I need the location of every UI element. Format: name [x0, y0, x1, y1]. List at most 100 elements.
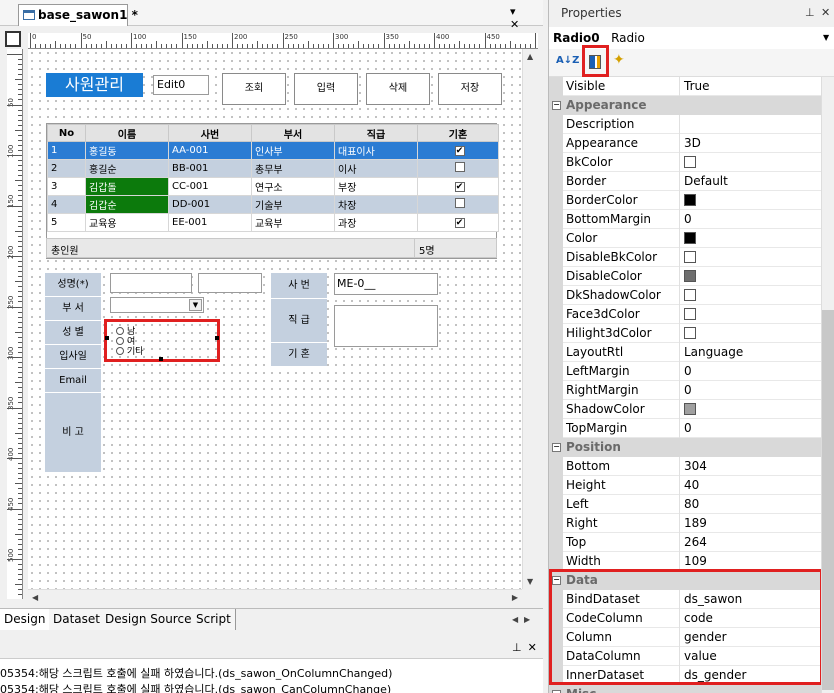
- property-value[interactable]: 0: [679, 381, 821, 400]
- cell-dept[interactable]: 기술부: [251, 195, 335, 214]
- cell-id[interactable]: AA-001: [168, 141, 252, 160]
- property-pages-icon[interactable]: ✦: [613, 52, 625, 68]
- scroll-up-icon[interactable]: ▲: [527, 52, 533, 61]
- property-value[interactable]: [679, 248, 821, 267]
- property-value[interactable]: [679, 115, 821, 134]
- cell-married[interactable]: [417, 159, 499, 178]
- grid-header-married[interactable]: 기혼: [417, 124, 499, 142]
- property-row[interactable]: Border Default: [549, 172, 821, 191]
- cell-rank[interactable]: 차장: [334, 195, 418, 214]
- property-value[interactable]: [679, 286, 821, 305]
- emp-no-input[interactable]: ME-0__: [334, 273, 438, 295]
- cell-name[interactable]: 교육용: [85, 213, 169, 232]
- category-misc[interactable]: −Misc: [549, 685, 821, 693]
- cell-rank[interactable]: 대표이사: [334, 141, 418, 160]
- color-swatch[interactable]: [684, 194, 696, 206]
- document-tab[interactable]: base_sawon1 *: [18, 4, 138, 26]
- property-value[interactable]: 264: [679, 533, 821, 552]
- cell-rank[interactable]: 이사: [334, 159, 418, 178]
- table-row[interactable]: 4 김갑순 DD-001 기술부 차장: [47, 195, 499, 214]
- property-row[interactable]: Bottom 304: [549, 457, 821, 476]
- name-extra-input[interactable]: [198, 273, 262, 293]
- color-swatch[interactable]: [684, 289, 696, 301]
- married-checkbox[interactable]: ✔: [454, 146, 465, 156]
- cell-dept[interactable]: 인사부: [251, 141, 335, 160]
- tab-design-source[interactable]: Design Source: [101, 609, 197, 630]
- property-row[interactable]: Appearance 3D: [549, 134, 821, 153]
- property-value[interactable]: [679, 191, 821, 210]
- collapse-icon[interactable]: −: [552, 101, 561, 110]
- design-canvas[interactable]: 사원관리 Edit0 조회 입력 삭제 저장 No 이름 사번 부서 직급 기혼: [28, 49, 522, 589]
- property-value[interactable]: Default: [679, 172, 821, 191]
- tab-design[interactable]: Design: [0, 609, 51, 630]
- cell-married[interactable]: ✔: [417, 177, 499, 196]
- table-row[interactable]: 5 교육용 EE-001 교육부 과장 ✔: [47, 213, 499, 232]
- tab-scroll-right-icon[interactable]: ▶: [524, 615, 530, 624]
- chevron-down-icon[interactable]: ▼: [823, 33, 829, 42]
- canvas-horizontal-scrollbar[interactable]: ◀ ▶: [28, 589, 522, 605]
- output-pin-close-icon[interactable]: ⊥✕: [512, 641, 543, 654]
- property-row[interactable]: Hilight3dColor: [549, 324, 821, 343]
- category-appearance[interactable]: − Appearance: [549, 96, 821, 115]
- cell-name[interactable]: 김갑돌: [85, 177, 169, 196]
- collapse-icon[interactable]: −: [552, 443, 561, 452]
- property-value[interactable]: [679, 153, 821, 172]
- married-checkbox[interactable]: ✔: [454, 182, 465, 192]
- property-row[interactable]: LayoutRtl Language: [549, 343, 821, 362]
- resize-handle[interactable]: [105, 336, 109, 340]
- property-row[interactable]: RightMargin 0: [549, 381, 821, 400]
- close-icon[interactable]: ✕: [821, 6, 830, 19]
- gender-radio-highlight[interactable]: 남 여 기타: [104, 319, 220, 362]
- cell-id[interactable]: DD-001: [168, 195, 252, 214]
- delete-button[interactable]: 삭제: [366, 73, 430, 105]
- grid-header-id[interactable]: 사번: [168, 124, 252, 142]
- property-value[interactable]: 0: [679, 210, 821, 229]
- canvas-vertical-scrollbar[interactable]: ▲ ▼: [522, 49, 538, 589]
- property-row[interactable]: Description: [549, 115, 821, 134]
- cell-married[interactable]: ✔: [417, 213, 499, 232]
- color-swatch[interactable]: [684, 308, 696, 320]
- property-value[interactable]: True: [679, 77, 821, 96]
- married-checkbox[interactable]: [454, 198, 465, 208]
- radio-other[interactable]: 기타: [116, 344, 144, 357]
- property-row[interactable]: ShadowColor: [549, 400, 821, 419]
- property-value[interactable]: 0: [679, 362, 821, 381]
- property-row[interactable]: DisableColor: [549, 267, 821, 286]
- property-value[interactable]: [679, 267, 821, 286]
- property-row[interactable]: BottomMargin 0: [549, 210, 821, 229]
- property-row[interactable]: Left 80: [549, 495, 821, 514]
- tab-controls[interactable]: ▾ ✕: [510, 5, 543, 31]
- name-input[interactable]: [110, 273, 192, 293]
- properties-scroll-thumb[interactable]: [822, 310, 834, 690]
- married-checkbox[interactable]: ✔: [454, 218, 465, 228]
- property-row[interactable]: Face3dColor: [549, 305, 821, 324]
- cell-dept[interactable]: 연구소: [251, 177, 335, 196]
- property-row[interactable]: Visible True: [549, 77, 821, 96]
- color-swatch[interactable]: [684, 403, 696, 415]
- cell-id[interactable]: EE-001: [168, 213, 252, 232]
- sort-alphabetical-icon[interactable]: A↓Z: [556, 55, 579, 66]
- property-row[interactable]: Right 189: [549, 514, 821, 533]
- rank-input[interactable]: [334, 305, 438, 347]
- table-row[interactable]: 2 홍길순 BB-001 총무부 이사: [47, 159, 499, 178]
- edit0-field[interactable]: Edit0: [153, 75, 209, 95]
- search-button[interactable]: 조회: [222, 73, 286, 105]
- color-swatch[interactable]: [684, 270, 696, 282]
- resize-handle[interactable]: [215, 336, 219, 340]
- cell-id[interactable]: CC-001: [168, 177, 252, 196]
- property-row[interactable]: TopMargin 0: [549, 419, 821, 438]
- grid-header-no[interactable]: No: [47, 124, 86, 142]
- property-row[interactable]: LeftMargin 0: [549, 362, 821, 381]
- tab-dataset[interactable]: Dataset: [49, 609, 105, 630]
- scroll-down-icon[interactable]: ▼: [527, 577, 533, 586]
- cell-no[interactable]: 2: [47, 159, 86, 178]
- cell-dept[interactable]: 총무부: [251, 159, 335, 178]
- cell-married[interactable]: ✔: [417, 141, 499, 160]
- grid-header-name[interactable]: 이름: [85, 124, 169, 142]
- cell-married[interactable]: [417, 195, 499, 214]
- grid-header-dept[interactable]: 부서: [251, 124, 335, 142]
- tab-scroll-left-icon[interactable]: ◀: [512, 615, 518, 624]
- property-value[interactable]: Language: [679, 343, 821, 362]
- property-value[interactable]: [679, 324, 821, 343]
- tab-script[interactable]: Script: [192, 609, 236, 630]
